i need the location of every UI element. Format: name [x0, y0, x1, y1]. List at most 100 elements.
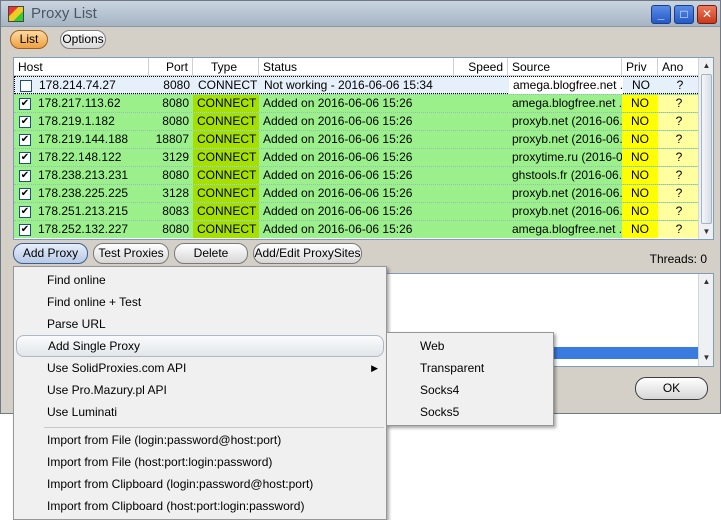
menu-item-luminati[interactable]: Use Luminati — [16, 401, 384, 423]
cell-ano: ? — [658, 167, 700, 184]
scroll-thumb[interactable] — [701, 74, 712, 224]
log-scrollbar[interactable]: ▲ ▼ — [698, 274, 713, 366]
submenu-item-web[interactable]: Web — [389, 335, 551, 357]
log-scroll-down-icon[interactable]: ▼ — [700, 351, 713, 365]
add-edit-proxysites-button[interactable]: Add/Edit ProxySites — [253, 243, 362, 264]
menu-item-solidproxies-label: Use SolidProxies.com API — [47, 361, 187, 375]
tab-list[interactable]: List — [10, 30, 48, 49]
submenu-item-transparent[interactable]: Transparent — [389, 357, 551, 379]
cell-priv: NO — [622, 149, 658, 166]
delete-button[interactable]: Delete — [174, 243, 248, 264]
cell-priv: NO — [622, 131, 658, 148]
close-icon[interactable]: ✕ — [697, 5, 717, 24]
cell-port: 8080 — [162, 96, 189, 110]
column-speed[interactable]: Speed — [454, 58, 508, 76]
cell-type: CONNECT — [193, 95, 259, 112]
table-row[interactable]: ✔ 178.219.144.188 18807 CONNECT Added on 201… — [14, 130, 700, 148]
cell-speed — [454, 95, 508, 112]
cell-host: 178.238.225.225 — [38, 186, 129, 200]
cell-ano: ? — [658, 203, 700, 220]
table-header: Host Port Type Status Speed Source Priv … — [14, 58, 700, 76]
title-bar[interactable]: Proxy List _ □ ✕ — [1, 1, 720, 27]
minimize-icon[interactable]: _ — [651, 5, 671, 24]
ok-button[interactable]: OK — [635, 377, 708, 400]
column-status[interactable]: Status — [259, 58, 454, 76]
menu-item-import-file-login-at[interactable]: Import from File (login:password@host:po… — [16, 429, 384, 451]
cell-port: 8083 — [162, 204, 189, 218]
column-type[interactable]: Type — [193, 58, 259, 76]
table-row[interactable]: 178.214.74.27 8080 CONNECT Not working - 20… — [14, 76, 700, 94]
table-row[interactable]: ✔ 178.219.1.182 8080 CONNECT Added on 2016-0… — [14, 112, 700, 130]
cell-priv: NO — [622, 95, 658, 112]
cell-type: CONNECT — [193, 131, 259, 148]
cell-status: Added on 2016-06-06 15:26 — [263, 150, 413, 164]
column-source[interactable]: Source — [508, 58, 622, 76]
cell-host: 178.219.144.188 — [38, 132, 129, 146]
cell-ano: ? — [658, 131, 700, 148]
table-row[interactable]: ✔ 178.22.148.122 3129 CONNECT Added on 2016-… — [14, 148, 700, 166]
cell-source: amega.blogfree.net ... — [512, 222, 622, 236]
cell-type: CONNECT — [193, 113, 259, 130]
table-row[interactable]: ✔ 178.217.113.62 8080 CONNECT Added on 2016-… — [14, 94, 700, 112]
test-proxies-button[interactable]: Test Proxies — [93, 243, 169, 264]
cell-type: CONNECT — [193, 185, 259, 202]
cell-type: CONNECT — [193, 221, 259, 238]
table-scrollbar[interactable]: ▲ ▼ — [698, 58, 713, 239]
cell-ano: ? — [658, 113, 700, 130]
cell-type: CONNECT — [193, 203, 259, 220]
cell-status: Added on 2016-06-06 15:26 — [263, 114, 413, 128]
table-row[interactable]: ✔ 178.252.132.227 8080 CONNECT Added on 2016… — [14, 220, 700, 238]
menu-item-parse-url[interactable]: Parse URL — [16, 313, 384, 335]
submenu-arrow-icon: ▶ — [371, 363, 378, 373]
log-scroll-up-icon[interactable]: ▲ — [700, 275, 713, 289]
cell-source: proxyb.net (2016-06... — [512, 114, 622, 128]
tab-options[interactable]: Options — [60, 30, 106, 49]
scroll-up-icon[interactable]: ▲ — [700, 59, 713, 73]
menu-item-promazury-api[interactable]: Use Pro.Mazury.pl API — [16, 379, 384, 401]
threads-count: Threads: 0 — [649, 252, 707, 266]
column-ano[interactable]: Ano — [658, 58, 700, 76]
cell-host: 178.219.1.182 — [38, 114, 115, 128]
cell-source: ghstools.fr (2016-06... — [512, 168, 622, 182]
proxy-table: Host Port Type Status Speed Source Priv … — [13, 57, 714, 240]
column-host[interactable]: Host — [14, 58, 149, 76]
menu-item-solidproxies-api[interactable]: Use SolidProxies.com API ▶ — [16, 357, 384, 379]
scroll-down-icon[interactable]: ▼ — [700, 225, 713, 239]
cell-status: Added on 2016-06-06 15:26 — [263, 186, 413, 200]
cell-port: 3128 — [162, 186, 189, 200]
cell-priv: NO — [632, 78, 650, 92]
cell-port: 8080 — [162, 114, 189, 128]
cell-ano: ? — [676, 78, 684, 92]
table-row[interactable]: ✔ 178.238.225.225 3128 CONNECT Added on 2016… — [14, 184, 700, 202]
add-proxy-button[interactable]: Add Proxy — [13, 243, 88, 264]
column-port[interactable]: Port — [149, 58, 193, 76]
cell-priv: NO — [622, 221, 658, 238]
cell-host: 178.238.213.231 — [38, 168, 129, 182]
cell-speed — [454, 167, 508, 184]
cell-port: 18807 — [155, 132, 189, 146]
table-row[interactable]: ✔ 178.251.213.215 8083 CONNECT Added on 2016… — [14, 202, 700, 220]
menu-item-find-online-test[interactable]: Find online + Test — [16, 291, 384, 313]
maximize-icon[interactable]: □ — [674, 5, 694, 24]
cell-type: CONNECT — [193, 149, 259, 166]
cell-port: 3129 — [162, 150, 189, 164]
window-title: Proxy List — [31, 5, 97, 22]
cell-port: 8080 — [163, 78, 190, 92]
menu-item-import-clipboard-host-port[interactable]: Import from Clipboard (host:port:login:p… — [16, 495, 384, 517]
menu-item-find-online[interactable]: Find online — [16, 269, 384, 291]
cell-status: Added on 2016-06-06 15:26 — [263, 168, 413, 182]
submenu-item-socks5[interactable]: Socks5 — [389, 401, 551, 423]
cell-speed — [454, 185, 508, 202]
menu-item-import-file-host-port[interactable]: Import from File (host:port:login:passwo… — [16, 451, 384, 473]
submenu-item-socks4[interactable]: Socks4 — [389, 379, 551, 401]
cell-ano: ? — [658, 149, 700, 166]
cell-speed — [454, 131, 508, 148]
cell-source: amega.blogfree.net ... — [509, 77, 623, 94]
cell-source: proxytime.ru (2016-0... — [512, 150, 622, 164]
cell-priv: NO — [622, 185, 658, 202]
cell-host: 178.251.213.215 — [38, 204, 129, 218]
menu-item-add-single-proxy[interactable]: Add Single Proxy — [16, 335, 384, 357]
table-row[interactable]: ✔ 178.238.213.231 8080 CONNECT Added on 2016… — [14, 166, 700, 184]
menu-item-import-clipboard-login-at[interactable]: Import from Clipboard (login:password@ho… — [16, 473, 384, 495]
column-priv[interactable]: Priv — [622, 58, 658, 76]
